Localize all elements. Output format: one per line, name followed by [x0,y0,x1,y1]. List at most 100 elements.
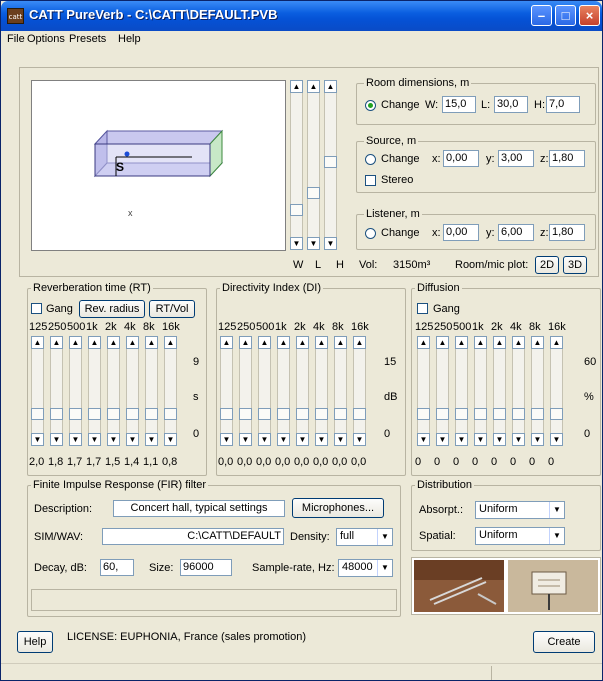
width-slider-down[interactable]: ▼ [290,237,303,250]
slider-thumb[interactable] [88,408,101,420]
slider-down-arrow[interactable]: ▼ [334,433,347,446]
band-slider[interactable] [512,336,525,446]
band-slider[interactable] [493,336,506,446]
slider-up-arrow[interactable]: ▲ [315,336,328,349]
plot-2d-button[interactable]: 2D [535,256,559,274]
menu-options[interactable]: Options [27,33,65,45]
band-slider[interactable] [334,336,347,446]
maximize-button[interactable]: □ [555,5,576,26]
size-field[interactable]: 96000 [180,559,232,576]
absorpt-select[interactable]: Uniform ▼ [475,501,565,519]
height-slider-up[interactable]: ▲ [324,80,337,93]
slider-up-arrow[interactable]: ▲ [164,336,177,349]
slider-up-arrow[interactable]: ▲ [220,336,233,349]
chevron-down-icon[interactable]: ▼ [549,502,564,518]
slider-down-arrow[interactable]: ▼ [315,433,328,446]
listener-z-field[interactable]: 1,80 [549,224,585,241]
listener-x-field[interactable]: 0,00 [443,224,479,241]
create-button[interactable]: Create [533,631,595,653]
microphones-button[interactable]: Microphones... [292,498,384,518]
slider-thumb[interactable] [296,408,309,420]
slider-down-arrow[interactable]: ▼ [455,433,468,446]
slider-up-arrow[interactable]: ▲ [455,336,468,349]
slider-thumb[interactable] [220,408,233,420]
slider-down-arrow[interactable]: ▼ [50,433,63,446]
slider-up-arrow[interactable]: ▲ [296,336,309,349]
listener-change-radio[interactable] [365,228,376,239]
slider-up-arrow[interactable]: ▲ [550,336,563,349]
source-z-field[interactable]: 1,80 [549,150,585,167]
description-field[interactable]: Concert hall, typical settings [113,500,285,517]
slider-down-arrow[interactable]: ▼ [531,433,544,446]
band-slider[interactable] [220,336,233,446]
band-slider[interactable] [315,336,328,446]
room-change-radio[interactable] [365,100,376,111]
band-slider[interactable] [455,336,468,446]
slider-up-arrow[interactable]: ▲ [493,336,506,349]
close-button[interactable]: × [579,5,600,26]
slider-down-arrow[interactable]: ▼ [107,433,120,446]
length-slider-up[interactable]: ▲ [307,80,320,93]
slider-up-arrow[interactable]: ▲ [145,336,158,349]
slider-thumb[interactable] [334,408,347,420]
slider-thumb[interactable] [493,408,506,420]
chevron-down-icon[interactable]: ▼ [377,560,392,576]
slider-up-arrow[interactable]: ▲ [353,336,366,349]
source-y-field[interactable]: 3,00 [498,150,534,167]
slider-up-arrow[interactable]: ▲ [436,336,449,349]
source-x-field[interactable]: 0,00 [443,150,479,167]
slider-thumb[interactable] [474,408,487,420]
slider-down-arrow[interactable]: ▼ [436,433,449,446]
band-slider[interactable] [353,336,366,446]
slider-up-arrow[interactable]: ▲ [258,336,271,349]
rev-radius-button[interactable]: Rev. radius [79,300,145,318]
length-slider-down[interactable]: ▼ [307,237,320,250]
slider-up-arrow[interactable]: ▲ [334,336,347,349]
slider-thumb[interactable] [531,408,544,420]
slider-down-arrow[interactable]: ▼ [512,433,525,446]
decay-field[interactable]: 60, [100,559,134,576]
menu-presets[interactable]: Presets [69,33,106,45]
band-slider[interactable] [239,336,252,446]
band-slider[interactable] [50,336,63,446]
slider-thumb[interactable] [512,408,525,420]
slider-thumb[interactable] [145,408,158,420]
source-change-radio[interactable] [365,154,376,165]
slider-down-arrow[interactable]: ▼ [550,433,563,446]
slider-thumb[interactable] [353,408,366,420]
stereo-checkbox[interactable] [365,175,376,186]
band-slider[interactable] [258,336,271,446]
slider-up-arrow[interactable]: ▲ [107,336,120,349]
band-slider[interactable] [550,336,563,446]
chevron-down-icon[interactable]: ▼ [377,529,392,545]
slider-down-arrow[interactable]: ▼ [277,433,290,446]
title-bar[interactable]: catt CATT PureVerb - C:\CATT\DEFAULT.PVB… [1,1,602,31]
height-slider-thumb[interactable] [324,155,337,168]
band-slider[interactable] [107,336,120,446]
simwav-field[interactable]: C:\CATT\DEFAULT [102,528,284,545]
slider-thumb[interactable] [31,408,44,420]
room-l-field[interactable]: 30,0 [494,96,528,113]
rt-vol-button[interactable]: RT/Vol [149,300,195,318]
slider-down-arrow[interactable]: ▼ [493,433,506,446]
slider-down-arrow[interactable]: ▼ [220,433,233,446]
slider-down-arrow[interactable]: ▼ [296,433,309,446]
band-slider[interactable] [277,336,290,446]
slider-up-arrow[interactable]: ▲ [512,336,525,349]
band-slider[interactable] [436,336,449,446]
slider-thumb[interactable] [455,408,468,420]
slider-up-arrow[interactable]: ▲ [88,336,101,349]
width-slider-up[interactable]: ▲ [290,80,303,93]
listener-y-field[interactable]: 6,00 [498,224,534,241]
slider-thumb[interactable] [277,408,290,420]
chevron-down-icon[interactable]: ▼ [549,528,564,544]
band-slider[interactable] [474,336,487,446]
slider-down-arrow[interactable]: ▼ [474,433,487,446]
band-slider[interactable] [126,336,139,446]
slider-thumb[interactable] [69,408,82,420]
width-slider-thumb[interactable] [290,204,303,217]
slider-down-arrow[interactable]: ▼ [69,433,82,446]
slider-thumb[interactable] [107,408,120,420]
slider-thumb[interactable] [550,408,563,420]
slider-thumb[interactable] [50,408,63,420]
